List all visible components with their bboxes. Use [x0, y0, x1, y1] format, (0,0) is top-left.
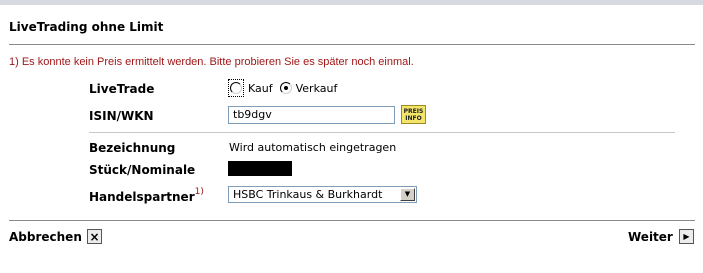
next-label[interactable]: Weiter: [628, 230, 673, 244]
cancel-label[interactable]: Abbrechen: [9, 230, 82, 244]
bezeichnung-label: Bezeichnung: [89, 141, 176, 155]
isin-label: ISIN/WKN: [89, 109, 154, 123]
kauf-radio-focus[interactable]: [228, 79, 244, 97]
page-title: LiveTrading ohne Limit: [9, 20, 164, 34]
verkauf-radio[interactable]: [279, 82, 292, 94]
handelspartner-select[interactable]: HSBC Trinkaus & Burkhardt ▼: [228, 186, 417, 203]
preis-info-line2: INFO: [405, 114, 422, 122]
livetrade-radio-group: Kauf Verkauf: [228, 77, 344, 99]
verkauf-label[interactable]: Verkauf: [296, 82, 338, 95]
footer-divider: [9, 220, 695, 221]
stueck-input[interactable]: [228, 161, 292, 176]
handelspartner-footnote: 1): [194, 187, 204, 197]
error-message: 1) Es konnte kein Preis ermittelt werden…: [9, 56, 414, 68]
next-arrow-icon[interactable]: ▶: [679, 229, 694, 244]
kauf-radio[interactable]: [230, 82, 242, 94]
section-divider: [89, 132, 675, 133]
preis-info-button[interactable]: PREIS INFO: [401, 105, 426, 124]
kauf-label[interactable]: Kauf: [248, 82, 273, 95]
handelspartner-label-text: Handelspartner: [89, 190, 195, 204]
preis-info-line1: PREIS: [403, 107, 424, 115]
top-bar: [0, 0, 703, 5]
livetrade-label: LiveTrade: [89, 82, 155, 96]
isin-input[interactable]: tb9dgv: [228, 106, 395, 124]
handelspartner-selected: HSBC Trinkaus & Burkhardt: [233, 188, 383, 201]
bezeichnung-value: Wird automatisch eingetragen: [229, 141, 397, 154]
chevron-down-icon[interactable]: ▼: [400, 188, 415, 201]
handelspartner-label: Handelspartner1): [89, 187, 204, 204]
stueck-label: Stück/Nominale: [89, 163, 196, 177]
title-divider: [9, 44, 695, 45]
close-icon[interactable]: ×: [87, 229, 102, 244]
